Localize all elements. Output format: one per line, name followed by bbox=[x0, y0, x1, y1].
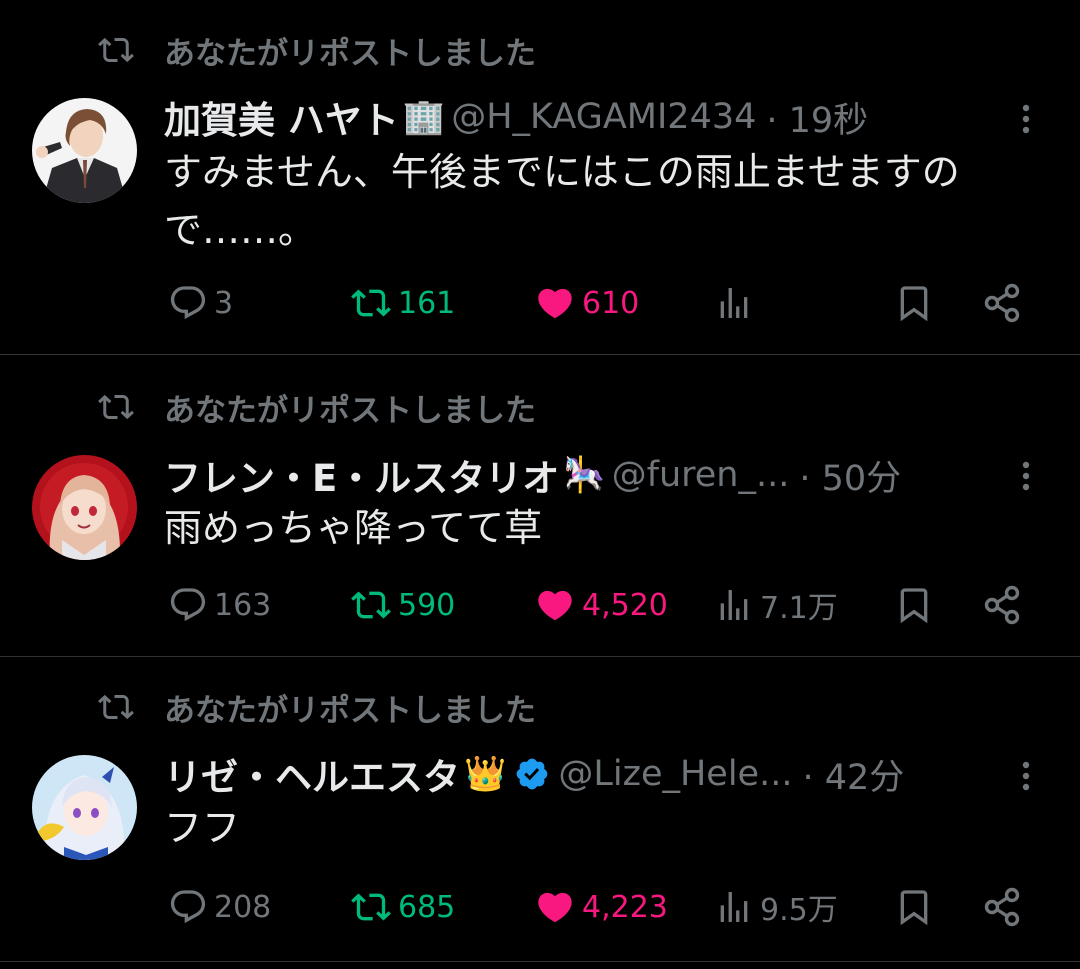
crown-emoji-icon: 👑 bbox=[464, 754, 507, 794]
display-name[interactable]: リゼ・ヘルエスタ bbox=[164, 747, 460, 801]
verified-badge-icon bbox=[516, 758, 548, 790]
retweet-count: 161 bbox=[398, 285, 456, 321]
tweet-card[interactable]: あなたがリポストしました リゼ・ヘルエスタ 👑 @Lize_Hele... · … bbox=[0, 657, 1080, 962]
action-bar: 208 685 4,223 9.5万 bbox=[164, 877, 1044, 937]
avatar[interactable] bbox=[32, 755, 137, 860]
share-button[interactable] bbox=[980, 575, 1024, 635]
reply-button[interactable]: 208 bbox=[168, 877, 271, 937]
user-handle[interactable]: @furen_... bbox=[612, 455, 790, 495]
share-icon bbox=[984, 283, 1020, 323]
avatar-image bbox=[32, 455, 137, 560]
heart-icon bbox=[538, 288, 572, 319]
tweet-header: フレン・E・ルスタリオ 🎠 @furen_... · 50分 bbox=[164, 447, 980, 503]
tweet-header: リゼ・ヘルエスタ 👑 @Lize_Hele... · 42分 bbox=[164, 746, 980, 802]
bookmark-button[interactable] bbox=[894, 575, 934, 635]
avatar[interactable] bbox=[32, 98, 137, 203]
timestamp[interactable]: · 50分 bbox=[799, 450, 901, 501]
repost-context: あなたがリポストしました bbox=[94, 685, 536, 729]
views-count: 9.5万 bbox=[760, 893, 838, 928]
repost-label: あなたがリポストしました bbox=[164, 35, 536, 72]
tweet-text: 雨めっちゃ降ってて草 bbox=[164, 506, 543, 550]
reply-button[interactable]: 3 bbox=[168, 273, 233, 333]
reply-icon bbox=[170, 286, 206, 320]
share-button[interactable] bbox=[980, 273, 1024, 333]
reply-button[interactable]: 163 bbox=[168, 575, 271, 635]
share-icon bbox=[984, 585, 1020, 625]
views-icon bbox=[720, 892, 748, 922]
heart-icon bbox=[538, 892, 572, 923]
timestamp[interactable]: · 19秒 bbox=[766, 92, 868, 143]
reply-icon bbox=[170, 588, 206, 622]
timestamp[interactable]: · 42分 bbox=[802, 749, 904, 800]
like-button[interactable]: 4,520 bbox=[534, 575, 668, 635]
heart-icon bbox=[538, 590, 572, 621]
retweet-icon bbox=[351, 591, 391, 619]
like-count: 610 bbox=[582, 285, 640, 321]
tweet-header: 加賀美 ハヤト 🏢 @H_KAGAMI2434 · 19秒 bbox=[164, 89, 980, 145]
more-vertical-icon[interactable] bbox=[1012, 97, 1040, 141]
reply-count: 163 bbox=[214, 587, 272, 623]
bookmark-icon bbox=[900, 588, 928, 624]
retweet-icon bbox=[351, 893, 391, 921]
action-bar: 163 590 4,520 7.1万 bbox=[164, 575, 1044, 635]
bookmark-icon bbox=[900, 890, 928, 926]
retweet-button[interactable]: 685 bbox=[350, 877, 455, 937]
retweet-button[interactable]: 590 bbox=[350, 575, 455, 635]
office-building-emoji-icon: 🏢 bbox=[402, 97, 446, 137]
repost-icon bbox=[94, 687, 138, 727]
more-vertical-icon[interactable] bbox=[1012, 754, 1040, 798]
views-button[interactable] bbox=[714, 273, 760, 333]
display-name[interactable]: 加賀美 ハヤト bbox=[164, 90, 399, 144]
retweet-count: 590 bbox=[398, 587, 456, 623]
carousel-horse-emoji-icon: 🎠 bbox=[563, 455, 606, 495]
repost-icon bbox=[94, 387, 138, 427]
reply-count: 3 bbox=[214, 285, 234, 321]
like-count: 4,223 bbox=[582, 889, 668, 925]
bookmark-button[interactable] bbox=[894, 273, 934, 333]
like-button[interactable]: 610 bbox=[534, 273, 639, 333]
retweet-icon bbox=[351, 289, 391, 317]
repost-icon bbox=[94, 30, 138, 70]
user-handle[interactable]: @H_KAGAMI2434 bbox=[451, 97, 756, 137]
more-vertical-icon[interactable] bbox=[1012, 454, 1040, 498]
retweet-count: 685 bbox=[398, 889, 456, 925]
avatar-image bbox=[32, 98, 137, 203]
tweet-text: フフ bbox=[164, 806, 241, 850]
action-bar: 3 161 610 bbox=[164, 273, 1044, 333]
share-button[interactable] bbox=[980, 877, 1024, 937]
tweet-text: すみません、午後までにはこの雨止ませますので……。 bbox=[164, 150, 960, 252]
tweet-card[interactable]: あなたがリポストしました 加賀美 ハヤト 🏢 @H_KAGAMI2434 · 1… bbox=[0, 0, 1080, 355]
reply-icon bbox=[170, 890, 206, 924]
repost-context: あなたがリポストしました bbox=[94, 28, 536, 72]
avatar-image bbox=[32, 755, 137, 860]
repost-label: あなたがリポストしました bbox=[164, 692, 536, 729]
repost-label: あなたがリポストしました bbox=[164, 392, 536, 429]
tweet-card[interactable]: あなたがリポストしました フレン・E・ルスタリオ 🎠 @furen_... · … bbox=[0, 355, 1080, 657]
views-button[interactable]: 9.5万 bbox=[714, 877, 838, 937]
display-name[interactable]: フレン・E・ルスタリオ bbox=[164, 448, 559, 502]
timeline-feed: あなたがリポストしました 加賀美 ハヤト 🏢 @H_KAGAMI2434 · 1… bbox=[0, 0, 1080, 962]
views-button[interactable]: 7.1万 bbox=[714, 575, 838, 635]
avatar[interactable] bbox=[32, 455, 137, 560]
views-icon bbox=[720, 590, 748, 620]
bookmark-icon bbox=[900, 286, 928, 322]
reply-count: 208 bbox=[214, 889, 272, 925]
share-icon bbox=[984, 887, 1020, 927]
like-count: 4,520 bbox=[582, 587, 668, 623]
retweet-button[interactable]: 161 bbox=[350, 273, 455, 333]
like-button[interactable]: 4,223 bbox=[534, 877, 668, 937]
user-handle[interactable]: @Lize_Hele... bbox=[558, 754, 792, 794]
views-icon bbox=[720, 288, 748, 318]
bookmark-button[interactable] bbox=[894, 877, 934, 937]
views-count: 7.1万 bbox=[760, 591, 838, 626]
repost-context: あなたがリポストしました bbox=[94, 385, 536, 429]
